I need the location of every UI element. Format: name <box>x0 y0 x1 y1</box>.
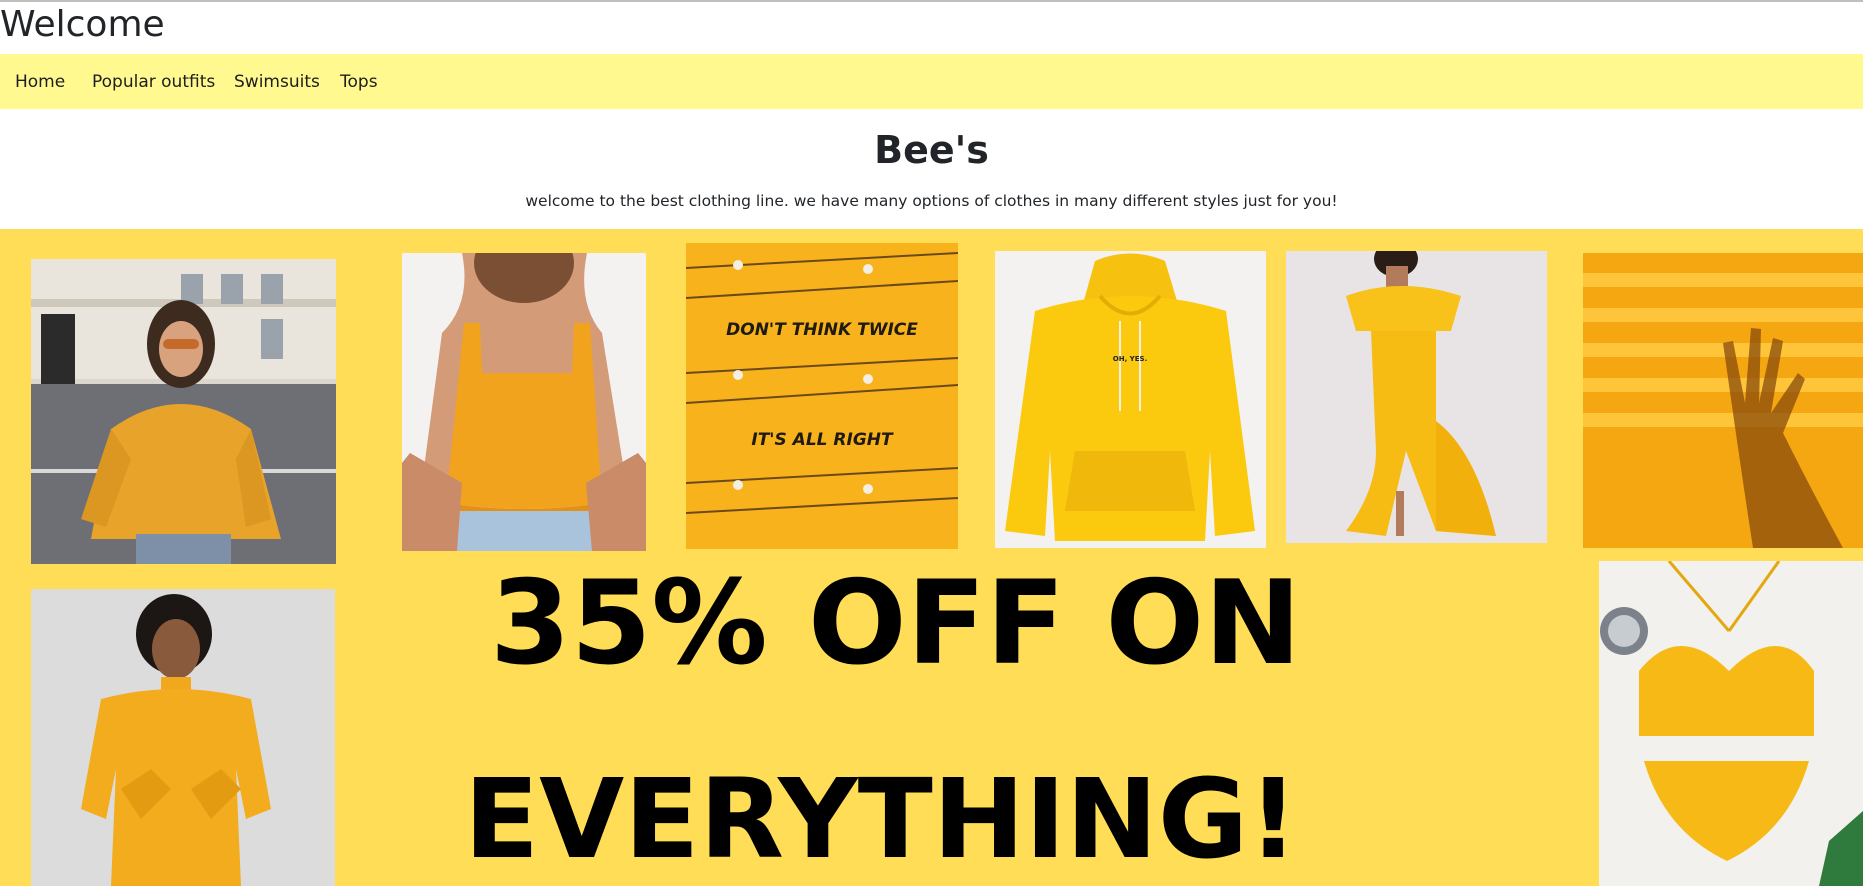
brand-title: Bee's <box>874 128 989 172</box>
promo-headline-line1: 35% OFF ON <box>490 556 1302 691</box>
photo-yellow-poster: DON'T THINK TWICE IT'S ALL RIGHT <box>686 243 958 549</box>
brand-tagline: welcome to the best clothing line. we ha… <box>525 192 1338 210</box>
poster-text-top: DON'T THINK TWICE <box>726 320 918 340</box>
photo-yellow-bikini <box>1599 561 1863 886</box>
hoodie-print-text: OH, YES. <box>1113 355 1147 363</box>
page-title: Welcome <box>0 4 165 45</box>
nav-item-swimsuits[interactable]: Swimsuits <box>234 72 320 92</box>
photo-crop-top <box>402 253 646 551</box>
nav-item-home[interactable]: Home <box>15 72 65 92</box>
main-navbar: Home Popular outfits Swimsuits Tops <box>0 54 1863 109</box>
photo-street-sweater <box>31 259 336 564</box>
promo-collage: DON'T THINK TWICE IT'S ALL RIGHT OH, YES… <box>0 229 1863 886</box>
photo-mockneck-sweater <box>31 589 335 886</box>
photo-yellow-hoodie: OH, YES. <box>995 251 1266 548</box>
nav-item-popular-outfits[interactable]: Popular outfits <box>92 72 215 92</box>
photo-shadow-hand <box>1583 253 1863 548</box>
window-top-border <box>0 0 1863 2</box>
photo-ruffle-dress <box>1286 251 1547 543</box>
nav-item-tops[interactable]: Tops <box>340 72 378 92</box>
promo-headline-line2: EVERYTHING! <box>464 755 1299 883</box>
poster-text-bottom: IT'S ALL RIGHT <box>751 430 894 450</box>
